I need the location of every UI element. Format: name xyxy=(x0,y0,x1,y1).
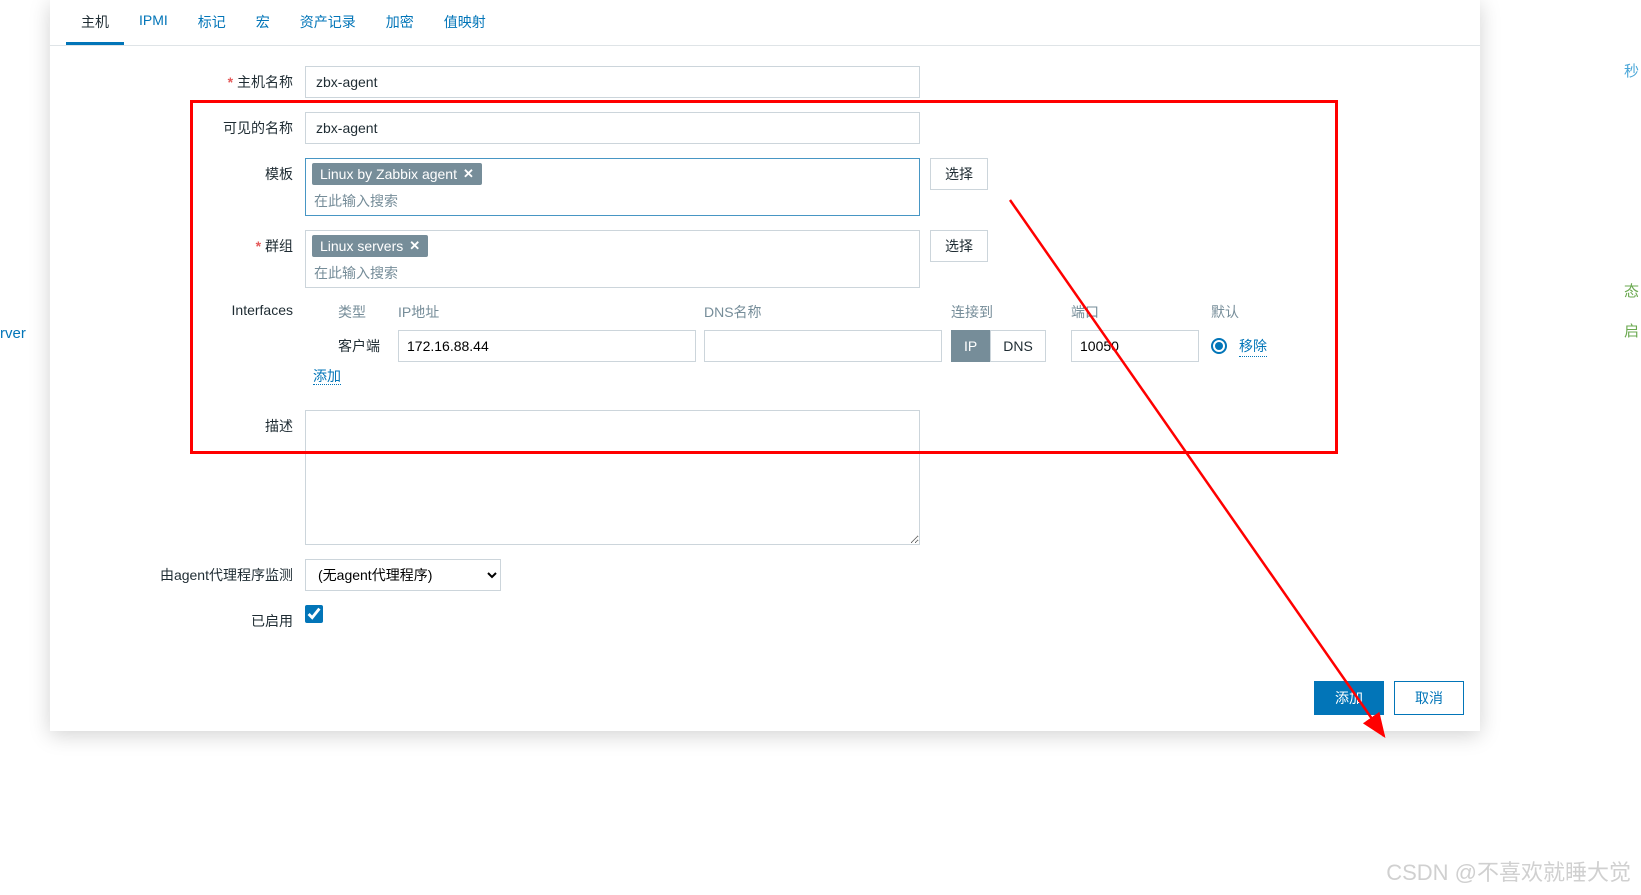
col-default: 默认 xyxy=(1211,302,1291,322)
watermark: CSDN @不喜欢就睡大觉 xyxy=(1386,855,1631,887)
template-search-placeholder[interactable]: 在此输入搜索 xyxy=(312,191,913,211)
tab-tags[interactable]: 标记 xyxy=(183,0,241,45)
add-button[interactable]: 添加 xyxy=(1314,681,1384,715)
bg-text-status: 态 xyxy=(1624,280,1639,301)
col-dns: DNS名称 xyxy=(704,302,951,322)
label-visiblename: 可见的名称 xyxy=(60,112,305,138)
enabled-checkbox[interactable] xyxy=(305,605,323,623)
tab-encryption[interactable]: 加密 xyxy=(371,0,429,45)
bg-text-start: 启 xyxy=(1624,320,1639,341)
label-templates: 模板 xyxy=(60,158,305,184)
conn-ip-button[interactable]: IP xyxy=(951,330,990,362)
form-area: 主机名称 可见的名称 模板 Linux by Zabbix agent ✕ 在此… xyxy=(50,46,1480,665)
label-interfaces: Interfaces xyxy=(60,302,305,318)
label-enabled: 已启用 xyxy=(60,605,305,631)
host-modal: 主机 IPMI 标记 宏 资产记录 加密 值映射 主机名称 可见的名称 模板 L… xyxy=(50,0,1480,731)
col-port: 端口 xyxy=(1071,302,1211,322)
templates-tagbox[interactable]: Linux by Zabbix agent ✕ 在此输入搜索 xyxy=(305,158,920,216)
group-tag-remove-icon[interactable]: ✕ xyxy=(409,238,420,254)
conn-button-group: IP DNS xyxy=(951,330,1071,362)
groups-tagbox[interactable]: Linux servers ✕ 在此输入搜索 xyxy=(305,230,920,288)
group-tag-label: Linux servers xyxy=(320,238,403,254)
modal-footer: 添加 取消 xyxy=(50,665,1480,731)
tabs-bar: 主机 IPMI 标记 宏 资产记录 加密 值映射 xyxy=(50,0,1480,46)
group-search-placeholder[interactable]: 在此输入搜索 xyxy=(312,263,913,283)
cancel-button[interactable]: 取消 xyxy=(1394,681,1464,715)
label-proxy: 由agent代理程序监测 xyxy=(60,559,305,585)
interface-add-link[interactable]: 添加 xyxy=(313,368,341,385)
tab-inventory[interactable]: 资产记录 xyxy=(285,0,371,45)
col-ip: IP地址 xyxy=(398,302,704,322)
label-description: 描述 xyxy=(60,410,305,436)
interfaces-header: 类型 IP地址 DNS名称 连接到 端口 默认 xyxy=(305,302,1470,322)
tab-host[interactable]: 主机 xyxy=(66,0,124,45)
template-tag-remove-icon[interactable]: ✕ xyxy=(463,166,474,182)
groups-select-button[interactable]: 选择 xyxy=(930,230,988,262)
interface-row: 客户端 IP DNS 移除 xyxy=(305,330,1470,362)
templates-select-button[interactable]: 选择 xyxy=(930,158,988,190)
proxy-select[interactable]: (无agent代理程序) xyxy=(305,559,501,591)
interface-remove-link[interactable]: 移除 xyxy=(1239,336,1267,357)
bg-text-sec: 秒 xyxy=(1624,60,1639,81)
bg-text-rver: rver xyxy=(0,325,26,342)
template-tag-label: Linux by Zabbix agent xyxy=(320,166,457,182)
tab-valuemap[interactable]: 值映射 xyxy=(429,0,501,45)
col-type: 类型 xyxy=(338,302,398,322)
interface-dns-input[interactable] xyxy=(704,330,942,362)
group-tag[interactable]: Linux servers ✕ xyxy=(312,235,428,257)
input-visiblename[interactable] xyxy=(305,112,920,144)
interface-port-input[interactable] xyxy=(1071,330,1199,362)
conn-dns-button[interactable]: DNS xyxy=(990,330,1046,362)
input-hostname[interactable] xyxy=(305,66,920,98)
col-conn: 连接到 xyxy=(951,302,1071,322)
interface-type: 客户端 xyxy=(338,336,398,356)
description-textarea[interactable] xyxy=(305,410,920,545)
tab-macros[interactable]: 宏 xyxy=(241,0,285,45)
label-hostname: 主机名称 xyxy=(60,66,305,92)
interface-default-radio[interactable] xyxy=(1211,338,1227,354)
interface-ip-input[interactable] xyxy=(398,330,696,362)
template-tag[interactable]: Linux by Zabbix agent ✕ xyxy=(312,163,482,185)
tab-ipmi[interactable]: IPMI xyxy=(124,0,183,45)
label-groups: 群组 xyxy=(60,230,305,256)
